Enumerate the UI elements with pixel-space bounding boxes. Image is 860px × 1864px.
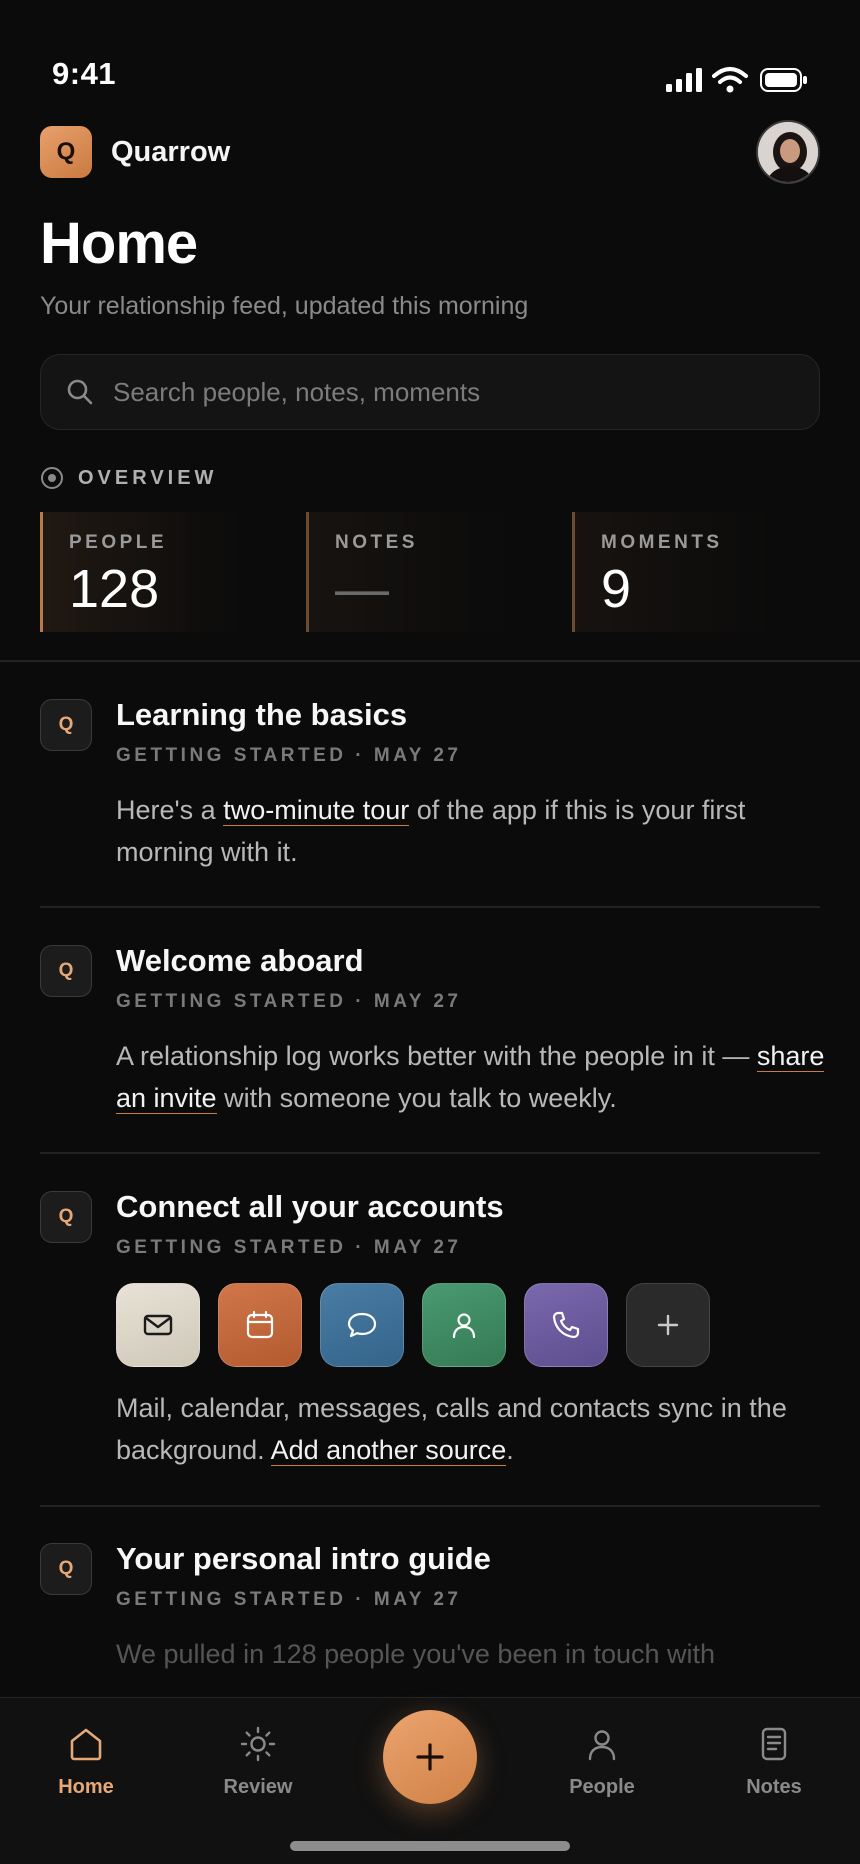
card-body: Here's a two-minute tour of the app if t… [116, 789, 826, 873]
contacts-source-button[interactable] [422, 1283, 506, 1367]
calls-source-button[interactable] [524, 1283, 608, 1367]
card-title[interactable]: Your personal intro guide [116, 1541, 491, 1577]
stat-moments[interactable]: MOMENTS 9 [572, 512, 772, 632]
avatar[interactable] [756, 120, 820, 184]
overview-header: OVERVIEW [40, 466, 217, 490]
search-input[interactable] [113, 376, 793, 408]
card-title[interactable]: Learning the basics [116, 697, 407, 733]
card-app-icon: Q [40, 699, 92, 751]
card-body: A relationship log works better with the… [116, 1035, 826, 1119]
status-bar: 9:41 [0, 0, 860, 110]
signal-icon [666, 68, 702, 92]
home-icon [70, 1728, 102, 1761]
stat-label: NOTES [335, 532, 418, 553]
stat-label: MOMENTS [601, 532, 723, 553]
search-icon [67, 379, 93, 405]
plus-icon [657, 1314, 679, 1336]
sun-icon [240, 1726, 276, 1762]
tab-review[interactable]: Review [193, 1724, 323, 1799]
mail-icon [143, 1314, 173, 1336]
card-title[interactable]: Connect all your accounts [116, 1189, 504, 1225]
overview-label: OVERVIEW [78, 466, 218, 489]
brand-logo: Q [40, 126, 92, 178]
card-divider [40, 906, 820, 908]
card-app-icon: Q [40, 1543, 92, 1595]
home-indicator [290, 1841, 570, 1851]
card-body: We pulled in 128 people you've been in t… [116, 1639, 716, 1669]
overview-stats: PEOPLE 128 NOTES — MOMENTS 9 [40, 512, 840, 632]
avatar-photo [758, 122, 818, 182]
card-app-icon: Q [40, 1191, 92, 1243]
card-body-text: A relationship log works better with the… [116, 1041, 757, 1071]
tab-label: Home [58, 1776, 114, 1798]
card-divider [40, 1152, 820, 1154]
card-divider [40, 1505, 820, 1507]
tab-label: Review [223, 1776, 293, 1798]
tab-label: Notes [746, 1776, 802, 1798]
wifi-icon [712, 67, 748, 93]
status-time: 9:41 [52, 56, 117, 91]
calendar-icon [246, 1310, 274, 1339]
page-title: Home [40, 211, 198, 276]
message-icon [347, 1312, 377, 1338]
source-list [116, 1283, 710, 1367]
card-body-text: with someone you talk to weekly. [216, 1083, 617, 1113]
brand-name: Quarrow [111, 135, 231, 168]
tab-people[interactable]: People [537, 1724, 667, 1799]
battery-icon [760, 68, 807, 92]
card-meta: GETTING STARTED · MAY 27 [116, 1589, 462, 1610]
target-icon [41, 467, 63, 489]
stat-label: PEOPLE [69, 532, 168, 553]
tab-label: People [569, 1776, 635, 1798]
card-body-text: . [506, 1435, 514, 1465]
tab-home[interactable]: Home [21, 1724, 151, 1799]
card-meta: GETTING STARTED · MAY 27 [116, 991, 462, 1012]
add-source-button[interactable] [626, 1283, 710, 1367]
tour-link[interactable]: two-minute tour [223, 795, 410, 826]
messages-source-button[interactable] [320, 1283, 404, 1367]
stat-value: 128 [69, 559, 160, 619]
feed: Q Learning the basics GETTING STARTED · … [0, 661, 860, 1697]
page-subtitle: Your relationship feed, updated this mor… [40, 292, 529, 320]
add-source-link[interactable]: Add another source [270, 1435, 507, 1466]
stat-people[interactable]: PEOPLE 128 [40, 512, 240, 632]
plus-icon [416, 1743, 444, 1771]
card-body: Mail, calendar, messages, calls and cont… [116, 1387, 826, 1471]
add-fab-button[interactable] [383, 1710, 477, 1804]
tab-bar: Home Review People Notes [0, 1697, 860, 1864]
calendar-source-button[interactable] [218, 1283, 302, 1367]
tab-notes[interactable]: Notes [709, 1724, 839, 1799]
brand: Q Quarrow [40, 126, 230, 178]
card-meta: GETTING STARTED · MAY 27 [116, 1237, 462, 1258]
stat-value: — [335, 559, 389, 619]
mail-source-button[interactable] [116, 1283, 200, 1367]
person-icon [588, 1730, 616, 1761]
card-title[interactable]: Welcome aboard [116, 943, 364, 979]
card-meta: GETTING STARTED · MAY 27 [116, 745, 462, 766]
card-app-icon: Q [40, 945, 92, 997]
card-body-text: Here's a [116, 795, 224, 825]
contact-icon [452, 1313, 476, 1339]
stat-notes[interactable]: NOTES — [306, 512, 506, 632]
phone-icon [552, 1311, 580, 1339]
stat-value: 9 [601, 559, 632, 619]
search-bar[interactable] [40, 354, 820, 430]
notes-icon [761, 1727, 787, 1761]
